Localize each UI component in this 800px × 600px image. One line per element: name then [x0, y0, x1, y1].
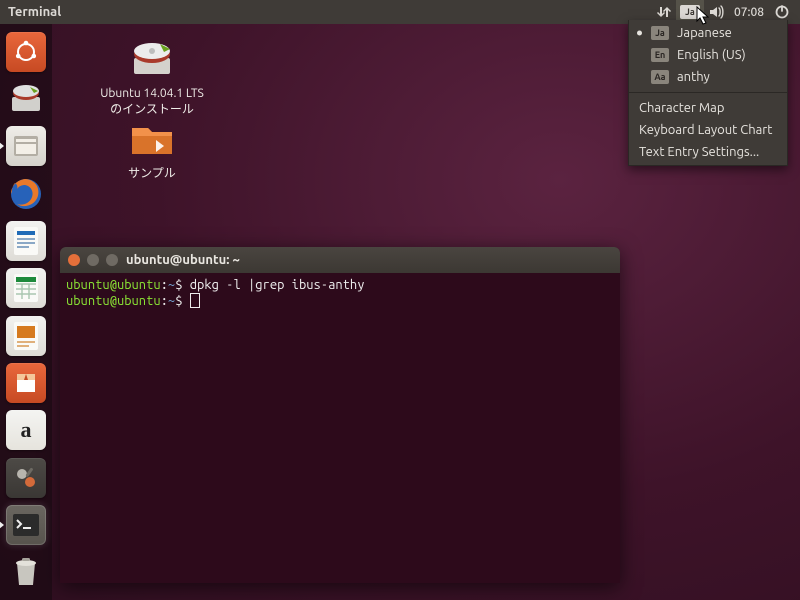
prompt-sep: : — [161, 278, 168, 292]
desktop-icon-install[interactable]: Ubuntu 14.04.1 LTS のインストール — [92, 34, 212, 117]
im-option-english[interactable]: En English (US) — [629, 44, 787, 66]
desktop-icon-label: Ubuntu 14.04.1 LTS のインストール — [92, 86, 212, 117]
launcher-files[interactable] — [4, 125, 48, 168]
im-extra-label: Character Map — [639, 101, 724, 115]
launcher-trash[interactable] — [4, 551, 48, 594]
window-titlebar[interactable]: ubuntu@ubuntu: ~ — [60, 247, 620, 273]
im-extra-label: Keyboard Layout Chart — [639, 123, 772, 137]
im-option-anthy[interactable]: Aa anthy — [629, 66, 787, 88]
terminal-body[interactable]: ubuntu@ubuntu:~$ dpkg -l |grep ibus-anth… — [60, 273, 620, 583]
launcher-installer[interactable] — [4, 77, 48, 120]
launcher: a — [0, 24, 52, 600]
im-option-label: English (US) — [677, 48, 746, 62]
window-close-button[interactable] — [68, 254, 80, 266]
im-character-map[interactable]: Character Map — [629, 97, 787, 119]
launcher-impress[interactable] — [4, 314, 48, 357]
prompt-sign: $ — [175, 294, 182, 308]
im-option-label: anthy — [677, 70, 710, 84]
prompt-user: ubuntu@ubuntu — [66, 278, 161, 292]
launcher-settings[interactable] — [4, 456, 48, 499]
launcher-dash[interactable] — [4, 30, 48, 73]
desktop-icon-label: サンプル — [92, 166, 212, 182]
menu-divider — [629, 92, 787, 93]
launcher-software-center[interactable] — [4, 361, 48, 404]
im-badge-icon: En — [651, 48, 669, 62]
folder-icon — [128, 114, 176, 162]
desktop-icon-samples[interactable]: サンプル — [92, 114, 212, 182]
window-maximize-button[interactable] — [106, 254, 118, 266]
launcher-writer[interactable] — [4, 219, 48, 262]
im-extra-label: Text Entry Settings... — [639, 145, 759, 159]
im-layout-chart[interactable]: Keyboard Layout Chart — [629, 119, 787, 141]
terminal-cursor — [191, 294, 199, 307]
launcher-terminal[interactable] — [4, 503, 48, 546]
terminal-window: ubuntu@ubuntu: ~ ubuntu@ubuntu:~$ dpkg -… — [60, 247, 620, 583]
cd-installer-icon — [128, 34, 176, 82]
window-title: ubuntu@ubuntu: ~ — [126, 253, 240, 267]
prompt-sep: : — [161, 294, 168, 308]
im-badge-icon: Ja — [651, 26, 669, 40]
im-text-entry-settings[interactable]: Text Entry Settings... — [629, 141, 787, 163]
window-minimize-button[interactable] — [87, 254, 99, 266]
launcher-amazon[interactable]: a — [4, 409, 48, 452]
launcher-calc[interactable] — [4, 267, 48, 310]
input-method-menu: Ja Japanese En English (US) Aa anthy Cha… — [628, 20, 788, 166]
prompt-user: ubuntu@ubuntu — [66, 294, 161, 308]
launcher-firefox[interactable] — [4, 172, 48, 215]
amazon-icon: a — [21, 417, 32, 443]
terminal-command: dpkg -l |grep ibus-anthy — [190, 278, 365, 292]
prompt-sign: $ — [175, 278, 182, 292]
panel-app-title: Terminal — [8, 5, 61, 19]
im-option-label: Japanese — [677, 26, 732, 40]
im-option-japanese[interactable]: Ja Japanese — [629, 22, 787, 44]
clock[interactable]: 07:08 — [728, 6, 770, 19]
im-badge-icon: Aa — [651, 70, 669, 84]
